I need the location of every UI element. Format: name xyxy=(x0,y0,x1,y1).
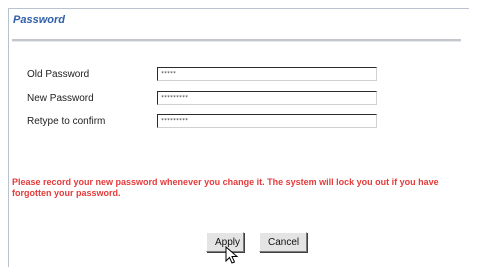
new-password-input[interactable] xyxy=(157,91,377,105)
retype-password-label: Retype to confirm xyxy=(27,116,106,127)
section-title: Password xyxy=(13,14,65,26)
password-panel xyxy=(8,8,469,267)
new-password-label: New Password xyxy=(27,93,94,104)
cancel-button[interactable]: Cancel xyxy=(259,232,307,252)
old-password-input[interactable] xyxy=(157,67,377,81)
retype-password-input[interactable] xyxy=(157,114,377,128)
old-password-label: Old Password xyxy=(27,69,90,80)
pointer-cursor-icon xyxy=(225,246,239,264)
title-divider xyxy=(12,39,461,42)
password-warning-text: Please record your new password whenever… xyxy=(12,177,439,198)
